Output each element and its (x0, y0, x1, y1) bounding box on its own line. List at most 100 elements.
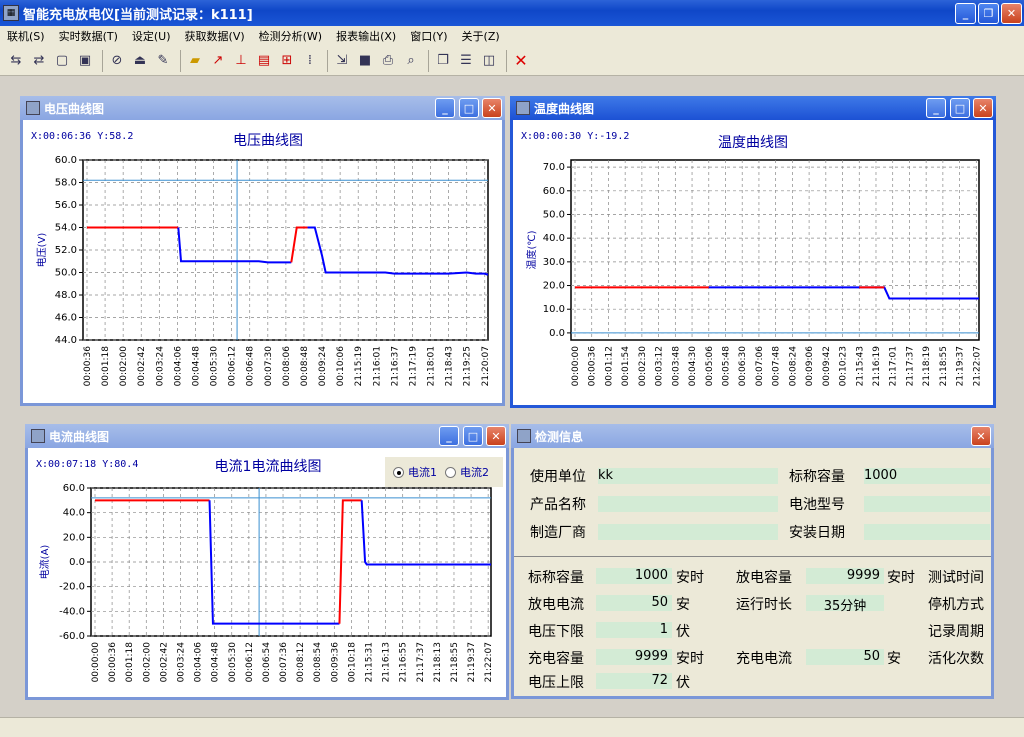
voltage-high-label: 电压上限 (528, 675, 584, 691)
chart-table-icon[interactable]: ▤ (254, 51, 274, 71)
menu-connect[interactable]: 联机(S) (0, 28, 52, 44)
menu-analysis[interactable]: 检测分析(W) (252, 28, 329, 44)
use-unit-field[interactable]: kk (598, 468, 778, 484)
marker-icon[interactable]: ↗ (208, 51, 228, 71)
menu-window[interactable]: 窗口(Y) (403, 28, 454, 44)
export-icon[interactable]: ⇲ (332, 51, 352, 71)
connect-icon[interactable]: ⇆ (6, 51, 26, 71)
x-tick-label: 00:08:12 (296, 642, 306, 682)
voltage-window-titlebar[interactable]: 电压曲线图 _ □ ✕ (20, 96, 505, 120)
voltage-low-value: 1 (596, 622, 672, 638)
close-button[interactable]: ✕ (482, 98, 502, 118)
x-tick-label: 21:17:01 (889, 346, 899, 386)
y-tick-label: 40.0 (543, 233, 565, 244)
x-tick-label: 00:05:48 (721, 346, 731, 387)
open-folder-icon[interactable]: ▰ (185, 51, 205, 71)
radio-label: 电流2 (460, 466, 489, 479)
x-tick-label: 00:00:00 (571, 346, 581, 387)
battery-type-field[interactable] (864, 496, 990, 512)
x-tick-label: 00:03:12 (655, 346, 665, 386)
tile-horizontal-icon[interactable]: ☰ (456, 51, 476, 71)
x-tick-label: 21:17:37 (905, 346, 915, 386)
temperature-window-titlebar[interactable]: 温度曲线图 _ □ ✕ (510, 96, 996, 120)
y-tick-label: 50.0 (55, 268, 77, 279)
x-tick-label: 00:06:12 (245, 642, 255, 682)
install-date-field[interactable] (864, 524, 990, 540)
menu-report[interactable]: 报表输出(X) (329, 28, 403, 44)
minimize-button[interactable]: _ (435, 98, 455, 118)
x-tick-label: 00:01:12 (604, 346, 614, 386)
close-red-icon[interactable]: ✕ (511, 51, 531, 71)
stack-icon[interactable]: ▣ (75, 51, 95, 71)
menu-get-data[interactable]: 获取数据(V) (178, 28, 252, 44)
x-tick-label: 21:18:55 (450, 642, 460, 682)
attach-icon[interactable]: ⊘ (107, 51, 127, 71)
current-window-titlebar[interactable]: 电流曲线图 _ □ ✕ (25, 424, 509, 448)
upload-icon[interactable]: ⏏ (130, 51, 150, 71)
discharge-current-label: 放电电流 (528, 597, 584, 613)
product-name-field[interactable] (598, 496, 778, 512)
print-icon[interactable]: ⎙ (378, 51, 398, 71)
run-time-label: 运行时长 (736, 597, 792, 613)
voltage-chart[interactable]: 电压曲线图 60.0 58.0 56.0 54.0 52.0 50.0 48.0 46.0 44.… (23, 120, 508, 406)
x-tick-label: 00:10:06 (336, 346, 346, 387)
maximize-button[interactable]: □ (463, 426, 483, 446)
y-tick-label: 48.0 (55, 290, 77, 301)
x-tick-label: 21:19:37 (467, 642, 477, 682)
restore-button[interactable]: ❐ (978, 3, 999, 24)
temperature-chart[interactable]: 温度曲线图 70.0 60.0 50.0 40.0 30.0 20.0 10.0 0.0 00:0… (513, 120, 999, 408)
x-tick-label: 21:17:19 (408, 346, 418, 387)
toolbar-separator (102, 49, 103, 72)
manufacturer-field[interactable] (598, 524, 778, 540)
charge-current-value: 50 (806, 649, 884, 665)
menu-realtime[interactable]: 实时数据(T) (52, 28, 125, 44)
cascade-icon[interactable]: ❐ (433, 51, 453, 71)
settings-icon[interactable]: ✎ (153, 51, 173, 71)
x-tick-label: 00:06:12 (228, 346, 238, 386)
close-button[interactable]: ✕ (973, 98, 993, 118)
current-selector: 电流1 电流2 (385, 457, 503, 487)
window-icon (26, 101, 40, 115)
close-button[interactable]: ✕ (486, 426, 506, 446)
info-window-title: 检测信息 (535, 429, 584, 444)
copy-icon[interactable]: ▢ (52, 51, 72, 71)
info-window-titlebar[interactable]: 检测信息 ✕ (511, 424, 994, 448)
radio-label: 电流1 (408, 466, 437, 479)
y-tick-label: 10.0 (543, 304, 565, 315)
x-tick-label: 00:02:42 (159, 642, 169, 682)
minimize-button[interactable]: _ (955, 3, 976, 24)
menu-settings[interactable]: 设定(U) (125, 28, 178, 44)
y-tick-label: -40.0 (59, 606, 85, 617)
nominal-capacity-field[interactable]: 1000 (864, 468, 990, 484)
x-tick-label: 21:22:07 (484, 642, 494, 682)
x-tick-label: 00:07:36 (279, 642, 289, 683)
disconnect-icon[interactable]: ⇄ (29, 51, 49, 71)
radio-current2[interactable]: 电流2 (445, 464, 489, 480)
minimize-button[interactable]: _ (439, 426, 459, 446)
x-tick-label: 21:19:25 (463, 346, 473, 386)
info-test-panel: 标称容量 1000 安时 放电容量 9999 安时 测试时间 放电电流 50 安… (514, 559, 991, 695)
preview-icon[interactable]: ⌕ (401, 51, 421, 71)
grid-icon[interactable]: ⊞ (277, 51, 297, 71)
minimize-button[interactable]: _ (926, 98, 946, 118)
edit-icon[interactable]: ⊥ (231, 51, 251, 71)
activation-count-label: 活化次数 (928, 651, 984, 667)
window-icon (31, 429, 45, 443)
radio-current1[interactable]: 电流1 (393, 464, 437, 480)
x-tick-label: 00:05:30 (228, 642, 238, 683)
menu-about[interactable]: 关于(Z) (455, 28, 507, 44)
tile-vertical-icon[interactable]: ◫ (479, 51, 499, 71)
voltage-low-label: 电压下限 (528, 624, 584, 640)
y-tick-label: 70.0 (543, 162, 565, 173)
maximize-button[interactable]: □ (950, 98, 970, 118)
maximize-button[interactable]: □ (459, 98, 479, 118)
close-button[interactable]: ✕ (971, 426, 991, 446)
fill-icon[interactable]: ■ (355, 51, 375, 71)
manufacturer-label: 制造厂商 (530, 525, 586, 541)
y-axis-label: 电流(A) (38, 545, 51, 580)
grid-dotted-icon[interactable]: ⁞ (300, 51, 320, 71)
toolbar-separator (428, 49, 429, 72)
radio-selected-icon (393, 466, 404, 478)
close-button[interactable]: ✕ (1001, 3, 1022, 24)
x-tick-label: 00:00:36 (588, 346, 598, 387)
